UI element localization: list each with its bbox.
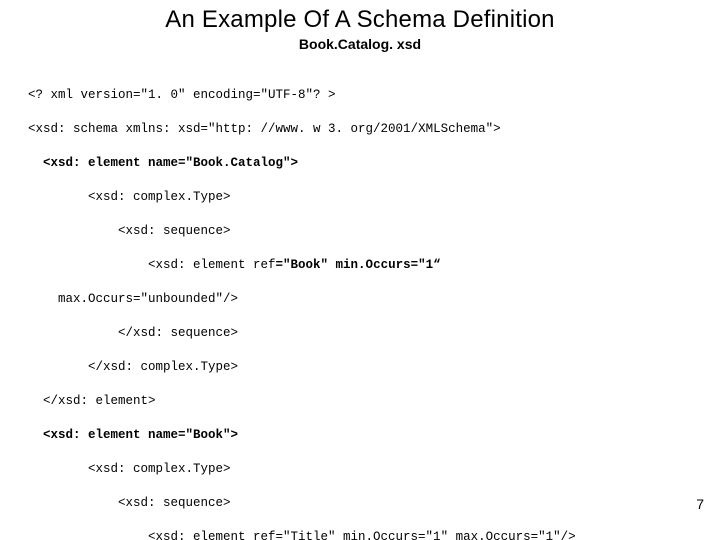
code-bold: <xsd: element name="Book.Catalog"> xyxy=(43,156,298,170)
code-line: <xsd: complex.Type> xyxy=(28,461,698,478)
code-line: </xsd: sequence> xyxy=(28,325,698,342)
code-line: max.Occurs="unbounded"/> xyxy=(28,291,698,308)
code-line: <? xml version="1. 0" encoding="UTF-8"? … xyxy=(28,87,698,104)
page-number: 7 xyxy=(696,496,704,512)
code-line: <xsd: complex.Type> xyxy=(28,189,698,206)
code-text: <xsd: element ref xyxy=(148,258,276,272)
slide-subtitle: Book.Catalog. xsd xyxy=(0,36,720,52)
code-line: <xsd: element name="Book"> xyxy=(28,427,698,444)
code-line: <xsd: element ref="Book" min.Occurs="1“ xyxy=(28,257,698,274)
code-line: <xsd: schema xmlns: xsd="http: //www. w … xyxy=(28,121,698,138)
code-line: <xsd: sequence> xyxy=(28,223,698,240)
code-line: </xsd: complex.Type> xyxy=(28,359,698,376)
code-line: </xsd: element> xyxy=(28,393,698,410)
code-line: <xsd: element ref="Title" min.Occurs="1"… xyxy=(28,529,698,540)
code-bold: <xsd: element name="Book"> xyxy=(43,428,238,442)
slide: An Example Of A Schema Definition Book.C… xyxy=(0,0,720,540)
code-bold: ="Book" min.Occurs="1“ xyxy=(276,258,441,272)
slide-title: An Example Of A Schema Definition xyxy=(0,6,720,34)
code-line: <xsd: sequence> xyxy=(28,495,698,512)
code-line: <xsd: element name="Book.Catalog"> xyxy=(28,155,698,172)
code-block: <? xml version="1. 0" encoding="UTF-8"? … xyxy=(28,70,698,540)
